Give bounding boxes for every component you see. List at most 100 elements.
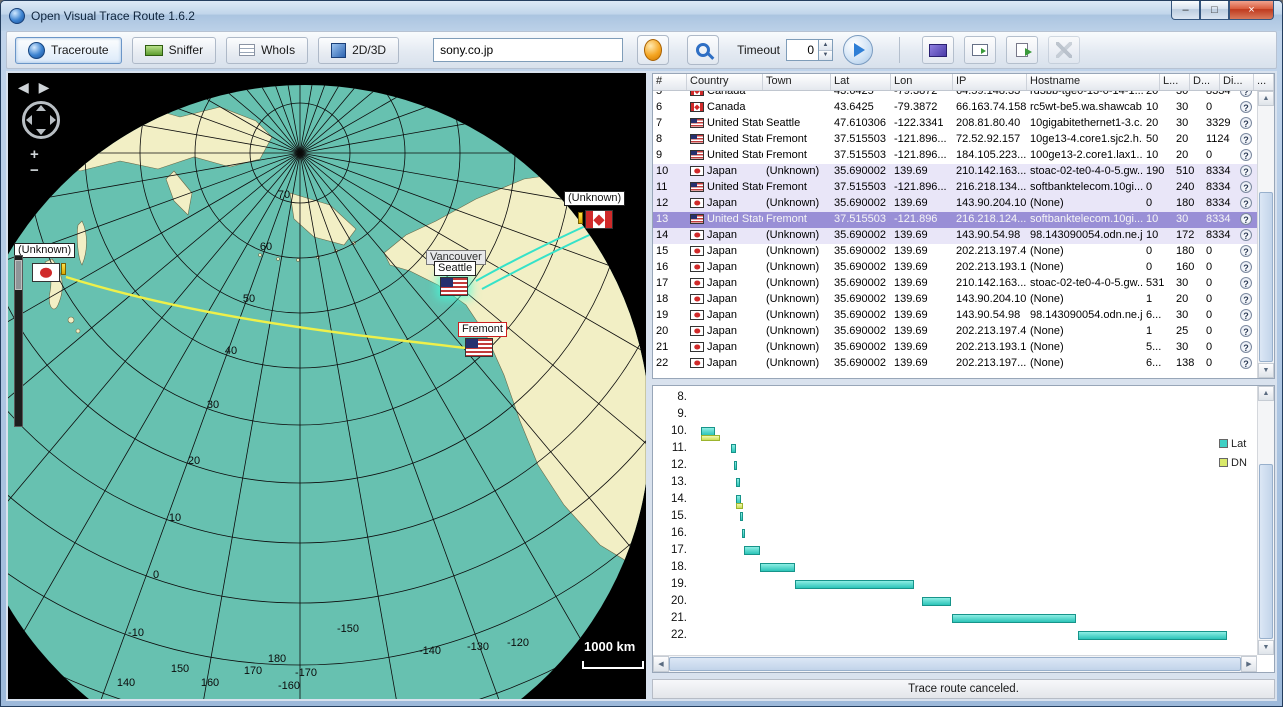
column-header-d[interactable]: D... — [1190, 74, 1220, 90]
pan-up-icon[interactable] — [36, 105, 46, 111]
help-icon[interactable]: ? — [1240, 245, 1252, 257]
column-header-host[interactable]: Hostname — [1027, 74, 1160, 90]
help-icon[interactable]: ? — [1240, 325, 1252, 337]
traceroute-button[interactable]: Traceroute — [15, 37, 122, 64]
marker-label-seattle[interactable]: Seattle — [434, 261, 476, 276]
zoom-in-button[interactable]: + — [30, 149, 39, 161]
table-row[interactable]: 15Japan(Unknown)35.690002139.69202.213.1… — [653, 244, 1257, 260]
table-row[interactable]: 14Japan(Unknown)35.690002139.69143.90.54… — [653, 228, 1257, 244]
chart-vscrollbar[interactable]: ▲ ▼ — [1257, 386, 1274, 655]
table-row[interactable]: 22Japan(Unknown)35.690002139.69202.213.1… — [653, 356, 1257, 372]
table-row[interactable]: 9United StatesFremont37.515503-121.896..… — [653, 148, 1257, 164]
open-window-button[interactable] — [964, 36, 996, 64]
map-theme-button[interactable] — [922, 36, 954, 64]
help-icon[interactable]: ? — [1240, 309, 1252, 321]
help-icon[interactable]: ? — [1240, 133, 1252, 145]
us-flag-fremont-icon[interactable] — [465, 338, 493, 357]
close-button[interactable]: × — [1229, 1, 1274, 20]
help-icon[interactable]: ? — [1240, 197, 1252, 209]
zoom-slider-thumb[interactable] — [15, 260, 22, 290]
chart-vscrollbar-thumb[interactable] — [1259, 464, 1273, 639]
host-input[interactable] — [433, 38, 623, 62]
table-row[interactable]: 8United StatesFremont37.515503-121.896..… — [653, 132, 1257, 148]
column-header-ip[interactable]: IP — [953, 74, 1027, 90]
timeout-input[interactable] — [786, 39, 818, 61]
column-header-q[interactable]: ... — [1254, 74, 1274, 90]
whois-button[interactable]: WhoIs — [226, 37, 308, 64]
column-header-lon[interactable]: Lon — [891, 74, 953, 90]
mode-2d3d-button[interactable]: 2D/3D — [318, 37, 399, 64]
us-flag-seattle-icon[interactable] — [440, 277, 468, 296]
chart-hscrollbar[interactable]: ◀ ▶ — [653, 655, 1257, 672]
table-row[interactable]: 11United StatesFremont37.515503-121.896.… — [653, 180, 1257, 196]
pan-left-icon[interactable] — [26, 115, 32, 125]
table-row[interactable]: 12Japan(Unknown)35.690002139.69143.90.20… — [653, 196, 1257, 212]
marker-label-fremont[interactable]: Fremont — [458, 322, 507, 337]
settings-button[interactable] — [1048, 36, 1080, 64]
table-row[interactable]: 6Canada43.6425-79.387266.163.74.158rc5wt… — [653, 100, 1257, 116]
spinner-down-icon[interactable]: ▼ — [819, 51, 832, 61]
pan-down-icon[interactable] — [36, 129, 46, 135]
maximize-button[interactable]: □ — [1200, 1, 1229, 20]
table-row[interactable]: 10Japan(Unknown)35.690002139.69210.142.1… — [653, 164, 1257, 180]
table-row[interactable]: 20Japan(Unknown)35.690002139.69202.213.1… — [653, 324, 1257, 340]
graticule-label: 10 — [169, 512, 181, 524]
table-row[interactable]: 18Japan(Unknown)35.690002139.69143.90.20… — [653, 292, 1257, 308]
scroll-up-icon[interactable]: ▲ — [1258, 386, 1274, 401]
help-icon[interactable]: ? — [1240, 261, 1252, 273]
canada-flag-icon[interactable] — [585, 210, 613, 229]
table-row[interactable]: 16Japan(Unknown)35.690002139.69202.213.1… — [653, 260, 1257, 276]
scroll-down-icon[interactable]: ▼ — [1258, 640, 1274, 655]
map-panel[interactable]: 706050403020100-10140150160170180-170-16… — [8, 73, 646, 699]
scroll-up-icon[interactable]: ▲ — [1258, 91, 1274, 106]
help-icon[interactable]: ? — [1240, 357, 1252, 369]
minimize-button[interactable]: – — [1171, 1, 1200, 20]
sniffer-button[interactable]: Sniffer — [132, 37, 216, 64]
marker-label-unknown-japan[interactable]: (Unknown) — [14, 243, 75, 258]
pan-control[interactable] — [22, 101, 60, 139]
zoom-slider[interactable] — [14, 255, 23, 427]
table-row[interactable]: 19Japan(Unknown)35.690002139.69143.90.54… — [653, 308, 1257, 324]
help-icon[interactable]: ? — [1240, 101, 1252, 113]
column-header-country[interactable]: Country — [687, 74, 763, 90]
help-icon[interactable]: ? — [1240, 213, 1252, 225]
help-icon[interactable]: ? — [1240, 149, 1252, 161]
scroll-right-icon[interactable]: ▶ — [1241, 656, 1257, 672]
pan-right-icon[interactable] — [50, 115, 56, 125]
titlebar[interactable]: Open Visual Trace Route 1.6.2 – □ × — [1, 1, 1282, 31]
back-icon[interactable]: ◀ — [18, 79, 29, 95]
column-header-num[interactable]: # — [653, 74, 687, 90]
scroll-left-icon[interactable]: ◀ — [653, 656, 669, 672]
help-icon[interactable]: ? — [1240, 165, 1252, 177]
table-row[interactable]: 5Canada43.6425-79.387264.59.148.33rd3bb-… — [653, 91, 1257, 100]
help-icon[interactable]: ? — [1240, 277, 1252, 289]
table-row[interactable]: 13United StatesFremont37.515503-121.8962… — [653, 212, 1257, 228]
column-header-l[interactable]: L... — [1160, 74, 1190, 90]
spinner-up-icon[interactable]: ▲ — [819, 40, 832, 51]
cell-lon: 139.69 — [891, 244, 953, 260]
help-icon[interactable]: ? — [1240, 293, 1252, 305]
help-icon[interactable]: ? — [1240, 181, 1252, 193]
table-row[interactable]: 17Japan(Unknown)35.690002139.69210.142.1… — [653, 276, 1257, 292]
marker-label-unknown-canada[interactable]: (Unknown) — [564, 191, 625, 206]
help-icon[interactable]: ? — [1240, 341, 1252, 353]
chart-hscrollbar-thumb[interactable] — [669, 657, 1241, 671]
export-button[interactable] — [1006, 36, 1038, 64]
help-icon[interactable]: ? — [1240, 229, 1252, 241]
help-icon[interactable]: ? — [1240, 91, 1252, 97]
table-scrollbar[interactable]: ▲ ▼ — [1257, 91, 1274, 378]
column-header-di[interactable]: Di... — [1220, 74, 1254, 90]
zoom-out-button[interactable]: − — [30, 165, 39, 177]
help-icon[interactable]: ? — [1240, 117, 1252, 129]
column-header-lat[interactable]: Lat — [831, 74, 891, 90]
forward-icon[interactable]: ▶ — [39, 79, 50, 95]
scroll-down-icon[interactable]: ▼ — [1258, 363, 1274, 378]
table-row[interactable]: 21Japan(Unknown)35.690002139.69202.213.1… — [653, 340, 1257, 356]
table-row[interactable]: 7United StatesSeattle47.610306-122.33412… — [653, 116, 1257, 132]
japan-flag-icon[interactable] — [32, 263, 60, 282]
search-button[interactable] — [687, 35, 719, 65]
locate-button[interactable] — [637, 35, 669, 65]
play-button[interactable] — [843, 35, 873, 65]
table-scrollbar-thumb[interactable] — [1259, 192, 1273, 362]
column-header-town[interactable]: Town — [763, 74, 831, 90]
